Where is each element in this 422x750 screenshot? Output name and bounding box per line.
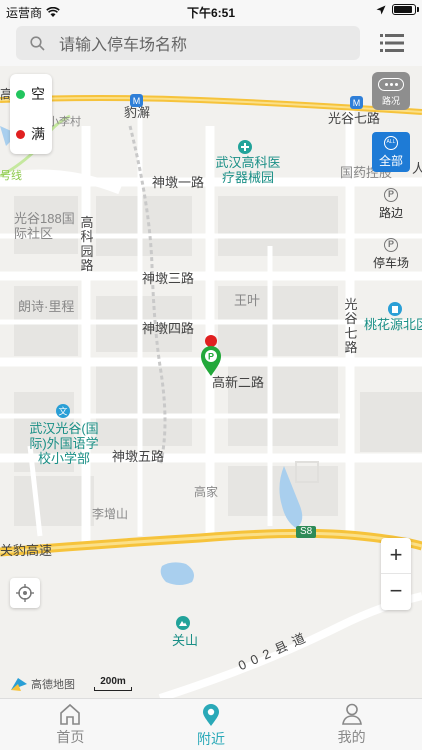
map-label-gaoxin2: 高新二路 <box>212 375 265 390</box>
parking-legend: 空 满 <box>10 74 52 154</box>
legend-full-label: 满 <box>31 126 45 142</box>
svg-text:P: P <box>208 352 214 362</box>
map-label-school: 武汉光谷(国际)外国语学校小学部 <box>29 421 99 466</box>
svg-text:文: 文 <box>58 406 67 418</box>
residence-icon <box>388 302 402 316</box>
parking-lot-icon: P <box>384 238 398 252</box>
tab-home[interactable]: 首页 <box>0 699 141 750</box>
roadside-parking-icon: P <box>384 188 398 202</box>
school-icon: 文 <box>56 404 70 418</box>
traffic-label: 路况 <box>381 96 400 106</box>
legend-empty-label: 空 <box>31 86 45 102</box>
zoom-in-button[interactable]: + <box>381 538 411 574</box>
map-scale: 200m <box>94 676 132 691</box>
map-label-expressway: 关豹高速 <box>0 543 53 558</box>
map-label-wangye: 王叶 <box>234 293 261 308</box>
search-icon <box>30 35 45 51</box>
header: 请输入停车场名称 <box>0 22 422 66</box>
traffic-button[interactable]: 路况 <box>372 72 410 110</box>
svg-text:M: M <box>133 96 141 106</box>
hospital-icon <box>238 140 252 154</box>
map-label-gaoke-hospital: 武汉高科医疗器械园 <box>215 155 281 185</box>
status-bar: 运营商 下午6:51 <box>0 0 422 22</box>
filter-parking-lot-label: 停车场 <box>372 256 409 270</box>
user-icon <box>341 703 362 725</box>
map-label-xiaolicun: 小李村 <box>48 116 81 128</box>
map-label-ren-edge: 人 <box>412 161 422 176</box>
zoom-control: + − <box>381 538 411 610</box>
amap-logo-icon <box>11 678 27 691</box>
map-label-shendun5: 神墩五路 <box>112 449 165 464</box>
legend-empty: 空 <box>10 74 52 114</box>
filter-roadside-button[interactable]: P 路边 <box>370 188 412 221</box>
home-icon <box>60 703 81 725</box>
map-label-baojie: 豹澥 <box>124 105 151 120</box>
battery-icon <box>392 4 419 15</box>
all-icon: ALL <box>384 136 398 150</box>
map-label-lizengshan: 李增山 <box>92 507 129 521</box>
map-scale-label: 200m <box>100 676 126 687</box>
map-brand-logo: 高德地图 <box>10 676 75 692</box>
filter-parking-lot-button[interactable]: P 停车场 <box>370 238 412 271</box>
zoom-out-button[interactable]: − <box>381 574 411 610</box>
traffic-icon <box>378 78 404 91</box>
tab-nearby[interactable]: 附近 <box>141 699 282 750</box>
filter-all-label: 全部 <box>378 154 403 168</box>
tab-nearby-label: 附近 <box>197 731 225 747</box>
full-dot-icon <box>16 129 25 139</box>
map-label-shendun4: 神墩四路 <box>142 321 195 336</box>
mountain-icon <box>176 616 190 630</box>
s8-shield: S8 <box>296 526 317 538</box>
map-brand-label: 高德地图 <box>31 679 75 691</box>
location-arrow-icon <box>376 5 386 14</box>
locate-button[interactable] <box>10 578 40 608</box>
search-bar[interactable]: 请输入停车场名称 <box>16 26 360 60</box>
list-menu-icon[interactable] <box>380 33 404 53</box>
map-label-guanggu7-vertical: 光谷七路 <box>344 297 358 355</box>
map-label-shendun3: 神墩三路 <box>142 271 195 286</box>
map-scale-bar <box>94 687 132 691</box>
metro-icon: M <box>130 94 143 107</box>
tab-mine-label: 我的 <box>337 729 366 745</box>
map-label-gaokeyuan: 高科园路 <box>80 215 94 273</box>
crosshair-icon <box>16 584 34 602</box>
map-label-guanggu188: 光谷188国际社区 <box>14 211 75 241</box>
search-placeholder: 请输入停车场名称 <box>59 37 188 54</box>
empty-dot-icon <box>16 89 25 99</box>
parking-marker-icon[interactable]: P <box>198 334 224 378</box>
metro-icon: M <box>350 96 363 109</box>
filter-roadside-label: 路边 <box>378 206 403 220</box>
svg-text:M: M <box>353 98 361 108</box>
legend-full: 满 <box>10 114 52 154</box>
map-label-gaojia: 高家 <box>194 485 219 499</box>
map-label-shendun1: 神墩一路 <box>152 175 205 190</box>
tab-bar: 首页 附近 我的 <box>0 698 422 750</box>
map-label-langshi: 朗诗·里程 <box>18 299 75 314</box>
tab-home-label: 首页 <box>56 729 85 745</box>
map-label-guanshan: 关山 <box>172 633 199 648</box>
map-label-taohuayuan: 桃花源北区 <box>364 317 422 332</box>
filter-all-button[interactable]: ALL 全部 <box>372 132 410 172</box>
tab-mine[interactable]: 我的 <box>281 699 422 750</box>
map-label-guanggu7-top: 光谷七路 <box>328 111 381 126</box>
map-label-hao-edge: 号线 <box>0 170 22 182</box>
status-time: 下午6:51 <box>186 6 236 20</box>
location-pin-icon <box>203 704 219 726</box>
map-view[interactable]: 豹澥 光谷七路 小李村 高 号线 武汉高科医疗器械园 国药控股 人 神墩一路 光… <box>0 66 422 698</box>
